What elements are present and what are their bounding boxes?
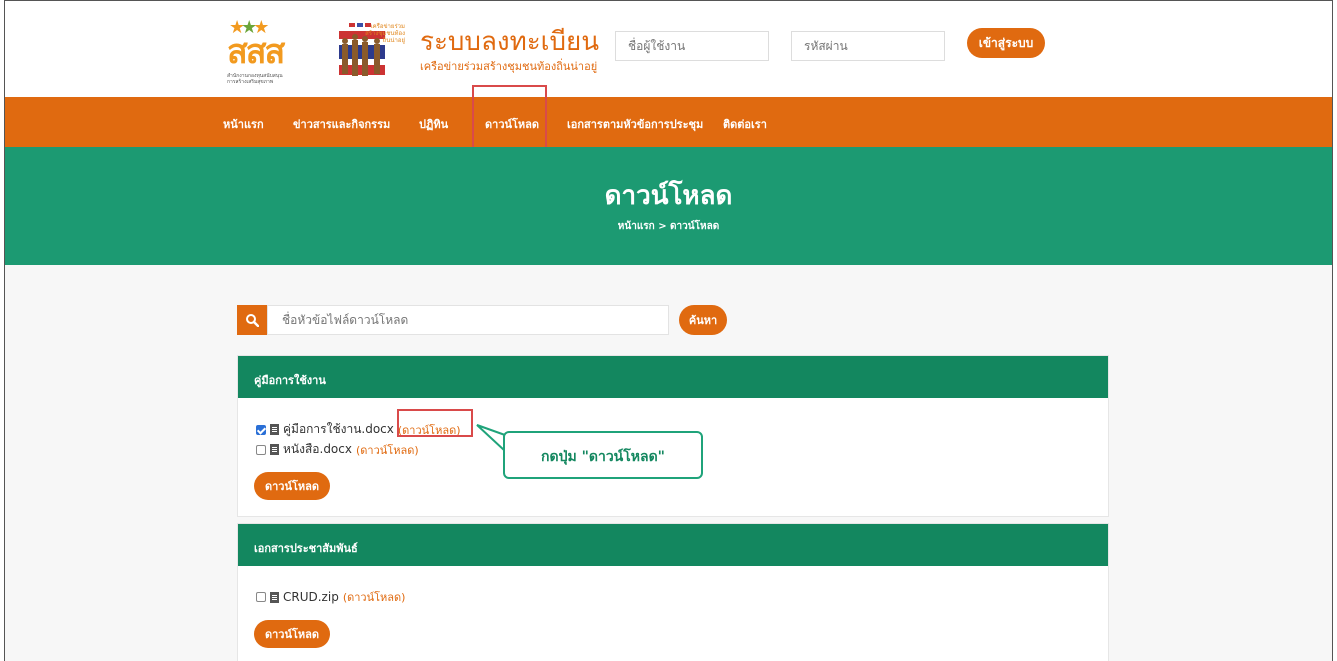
breadcrumb[interactable]: หน้าแรก > ดาวน์โหลด <box>5 219 1332 234</box>
page-title: ดาวน์โหลด <box>604 181 733 211</box>
sss-logo-word: สสส <box>227 32 285 72</box>
search-input[interactable] <box>267 305 669 335</box>
nav-download-highlight <box>472 85 547 153</box>
page-banner: ดาวน์โหลด หน้าแรก > ดาวน์โหลด <box>5 147 1332 265</box>
section-pr-docs: เอกสารประชาสัมพันธ์ CRUD.zip (ดาวน์โหลด)… <box>237 523 1109 661</box>
file-download-link[interactable]: (ดาวน์โหลด) <box>343 588 406 606</box>
section-title: คู่มือการใช้งาน <box>238 356 1108 398</box>
instruction-callout: กดปุ่ม "ดาวน์โหลด" <box>503 431 703 479</box>
file-row: หนังสือ.docx (ดาวน์โหลด) <box>256 440 419 459</box>
section-title: เอกสารประชาสัมพันธ์ <box>238 524 1108 566</box>
download-button[interactable]: ดาวน์โหลด <box>254 472 330 500</box>
password-input[interactable] <box>791 31 945 61</box>
nav-item-calendar[interactable]: ปฏิทิน <box>419 115 448 133</box>
file-checkbox[interactable] <box>256 592 266 602</box>
username-input[interactable] <box>615 31 769 61</box>
file-download-link[interactable]: (ดาวน์โหลด) <box>356 441 419 459</box>
network-logo-text: เครือข่ายร่วมสร้างชุมชนท้องถิ่นน่าอยู่ <box>365 23 405 44</box>
file-icon <box>270 591 279 603</box>
download-link-highlight <box>397 409 473 437</box>
search-button-icon[interactable] <box>237 305 267 335</box>
site-subtitle: เครือข่ายร่วมสร้างชุมชนท้องถิ่นน่าอยู่ <box>420 60 598 73</box>
sss-logo[interactable]: ★★★ สสส สำนักงานกองทุนสนับสนุนการสร้างเส… <box>225 19 313 87</box>
header: ★★★ สสส สำนักงานกองทุนสนับสนุนการสร้างเส… <box>5 1 1332 97</box>
nav-item-meeting-docs[interactable]: เอกสารตามหัวข้อการประชุม <box>567 115 703 133</box>
search-button[interactable]: ค้นหา <box>679 305 727 335</box>
nav-item-contact[interactable]: ติดต่อเรา <box>723 115 767 133</box>
sss-logo-subtitle: สำนักงานกองทุนสนับสนุนการสร้างเสริมสุขภา… <box>227 73 283 85</box>
file-icon <box>270 444 279 455</box>
network-logo: เครือข่ายร่วมสร้างชุมชนท้องถิ่นน่าอยู่ <box>333 23 405 87</box>
callout-text: กดปุ่ม "ดาวน์โหลด" <box>541 449 665 465</box>
file-checkbox[interactable] <box>256 424 266 435</box>
main-nav: หน้าแรก ข่าวสารและกิจกรรม ปฏิทิน ดาวน์โห… <box>5 97 1332 147</box>
file-name: หนังสือ.docx <box>283 442 352 456</box>
download-button[interactable]: ดาวน์โหลด <box>254 620 330 648</box>
file-row: CRUD.zip (ดาวน์โหลด) <box>256 588 405 606</box>
nav-item-home[interactable]: หน้าแรก <box>223 115 264 133</box>
file-checkbox[interactable] <box>256 444 266 455</box>
nav-item-news[interactable]: ข่าวสารและกิจกรรม <box>293 115 390 133</box>
file-name: คู่มือการใช้งาน.docx <box>283 422 394 436</box>
file-name: CRUD.zip <box>283 590 339 604</box>
page-frame: ★★★ สสส สำนักงานกองทุนสนับสนุนการสร้างเส… <box>4 0 1333 661</box>
search-icon <box>246 314 259 327</box>
site-title: ระบบลงทะเบียน <box>420 27 600 57</box>
login-button[interactable]: เข้าสู่ระบบ <box>967 28 1045 58</box>
file-icon <box>270 424 279 435</box>
